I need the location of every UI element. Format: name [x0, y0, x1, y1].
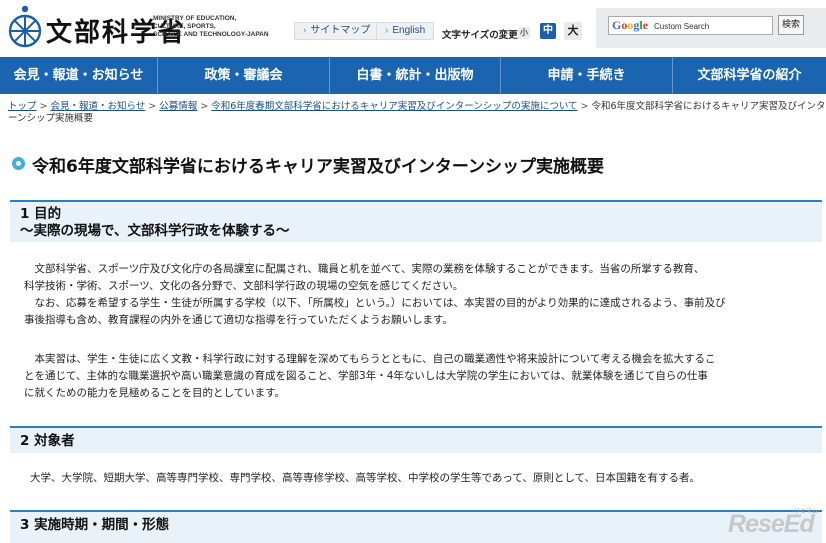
breadcrumb: トップ > 会見・報道・お知らせ > 公募情報 > 令和6年度春期文部科学省におけるキャリア… [8, 101, 826, 125]
paragraph-line: 本実習は、学生・生徒に広く文教・科学行政に対する理解を深めてもらうとともに、自己… [24, 353, 716, 365]
breadcrumb-separator: > [580, 101, 589, 112]
search-button[interactable]: 検索 [778, 15, 804, 35]
section-heading-target: 2 対象者 [10, 426, 822, 453]
logo-en-line: SCIENCE AND TECHNOLOGY-JAPAN [153, 31, 269, 38]
logo-en-line: MINISTRY OF EDUCATION, [153, 15, 237, 22]
paragraph-line: なお、応募を希望する学生・生徒が所属する学校（以下、「所属校」という。）において… [24, 297, 726, 309]
fontsize-label: 文字サイズの変更 [442, 30, 518, 41]
chevron-right-icon: › [385, 25, 389, 36]
breadcrumb-link[interactable]: 令和6年度春期文部科学省におけるキャリア実習及びインターンシップの実施について [211, 101, 577, 112]
google-logo: Google [612, 18, 649, 32]
section-paragraph: 大学、大学院、短期大学、高等専門学校、専門学校、高等専修学校、高等学校、中学校の… [30, 470, 826, 487]
nav-item-whitepaper[interactable]: 白書・統計・出版物 [330, 57, 501, 94]
section-paragraph: 文部科学省、スポーツ庁及び文化庁の各局課室に配属され、職員と机を並べて、実際の業… [24, 261, 820, 329]
section-paragraph: 本実習は、学生・生徒に広く文教・科学行政に対する理解を深めてもらうとともに、自己… [24, 351, 820, 402]
section-heading-text: 1 目的 [20, 206, 62, 222]
section-heading-purpose: 1 目的 ～実際の現場で、文部科学行政を体験する～ [10, 200, 822, 242]
paragraph-line: 科学技術・学術、スポーツ、文化の各分野で、文部科学行政の現場の空気を感じてくださ… [24, 280, 464, 292]
nav-item-press[interactable]: 会見・報道・お知らせ [0, 57, 158, 94]
english-link[interactable]: › English [376, 22, 435, 40]
search-area: Google Custom Search 検索 [596, 8, 826, 48]
mext-logo-icon[interactable] [8, 5, 42, 49]
nav-item-about[interactable]: 文部科学省の紹介 [673, 57, 826, 94]
site-header: 文部科学省 MINISTRY OF EDUCATION, CULTURE, SP… [0, 0, 826, 57]
bullet-icon [12, 157, 25, 170]
breadcrumb-link[interactable]: 公募情報 [159, 101, 197, 112]
paragraph-line: 事後指導も含め、教育課程の内外を通じて適切な指導を行っていただくようお願いします… [24, 314, 453, 326]
paragraph-line: 大学、大学院、短期大学、高等専門学校、専門学校、高等専修学校、高等学校、中学校の… [30, 472, 701, 484]
breadcrumb-separator: > [200, 101, 209, 112]
page-title: 令和6年度文部科学省におけるキャリア実習及びインターンシップ実施概要 [32, 157, 604, 177]
search-placeholder: Custom Search [654, 22, 710, 31]
nav-item-application[interactable]: 申請・手続き [501, 57, 673, 94]
section-subheading-text: ～実際の現場で、文部科学行政を体験する～ [20, 223, 290, 239]
chevron-right-icon: › [303, 25, 307, 36]
section-heading-text: 2 対象者 [20, 433, 75, 449]
section-heading-text: 3 実施時期・期間・形態 [20, 517, 170, 533]
breadcrumb-separator: > [39, 101, 48, 112]
search-input[interactable]: Google Custom Search [608, 16, 773, 35]
breadcrumb-link[interactable]: 会見・報道・お知らせ [50, 101, 145, 112]
english-label: English [392, 25, 426, 36]
sitemap-label: サイトマップ [310, 25, 371, 36]
logo-en-line: CULTURE, SPORTS, [153, 23, 216, 30]
paragraph-line: とを通じて、主体的な職業選択や高い職業意識の育成を図ること、学部3年・4年ないし… [24, 370, 708, 382]
global-nav: 会見・報道・お知らせ 政策・審議会 白書・統計・出版物 申請・手続き 文部科学省… [0, 57, 826, 94]
section-heading-schedule: 3 実施時期・期間・形態 [10, 510, 822, 543]
fontsize-small-button[interactable]: 小 [518, 27, 530, 39]
fontsize-large-button[interactable]: 大 [564, 22, 582, 40]
fontsize-medium-button[interactable]: 中 [540, 23, 556, 39]
breadcrumb-separator: > [148, 101, 157, 112]
site-logo-english: MINISTRY OF EDUCATION, CULTURE, SPORTS, … [153, 15, 269, 39]
sitemap-link[interactable]: › サイトマップ [294, 22, 380, 40]
paragraph-line: 文部科学省、スポーツ庁及び文化庁の各局課室に配属され、職員と机を並べて、実際の業… [24, 263, 705, 275]
breadcrumb-link[interactable]: トップ [8, 101, 37, 112]
nav-item-policy[interactable]: 政策・審議会 [158, 57, 330, 94]
paragraph-line: に就くための能力を見極めることを目的としています。 [24, 387, 286, 399]
